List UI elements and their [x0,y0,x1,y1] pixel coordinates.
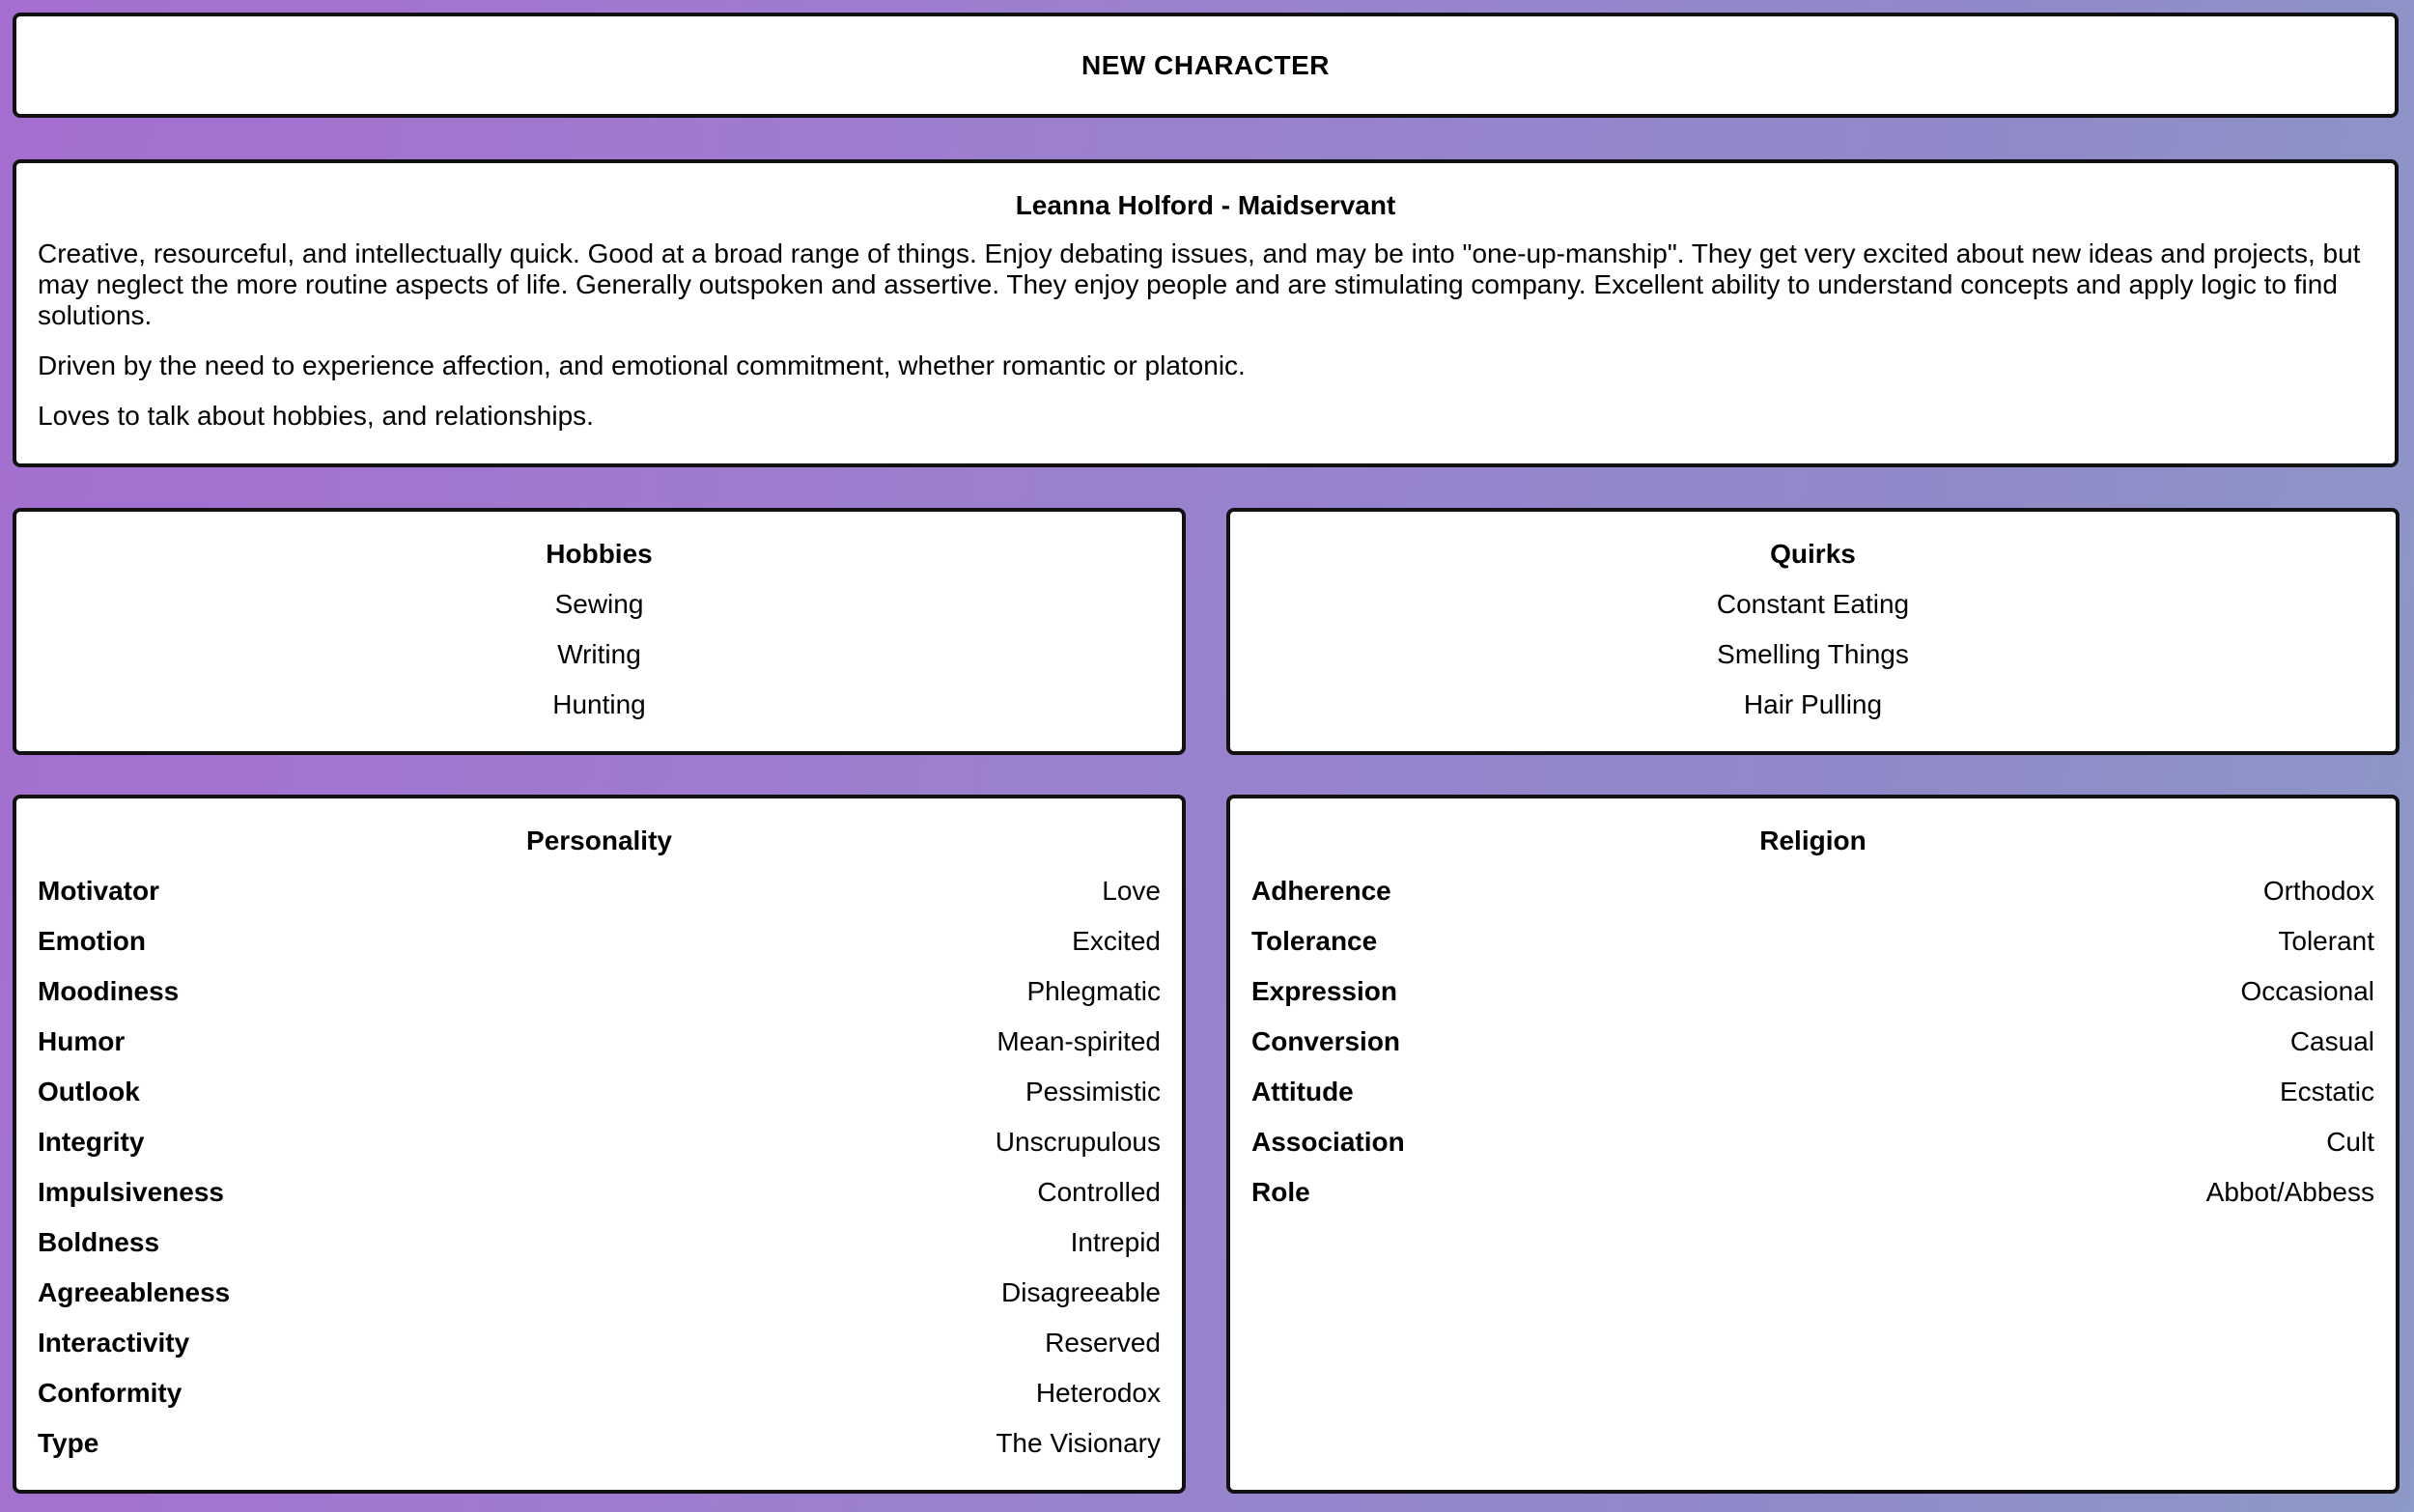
new-character-button[interactable]: NEW CHARACTER [13,13,2399,118]
bio-card: Leanna Holford - Maidservant Creative, r… [13,159,2399,467]
table-row: Agreeableness Disagreeable [38,1277,1161,1308]
attr-name: Interactivity [38,1328,190,1358]
table-row: Interactivity Reserved [38,1328,1161,1358]
attr-value: Cult [2326,1127,2374,1157]
bio-paragraph: Creative, resourceful, and intellectuall… [38,238,2361,330]
table-row: Adherence Orthodox [1251,876,2374,907]
personality-heading: Personality [526,826,672,855]
attr-value: Occasional [2240,976,2374,1006]
table-row: Moodiness Phlegmatic [38,976,1161,1007]
attr-value: Mean-spirited [996,1026,1161,1056]
attr-name: Humor [38,1026,126,1056]
attr-name: Outlook [38,1077,140,1106]
table-row: Conversion Casual [1251,1026,2374,1057]
attr-name: Boldness [38,1227,160,1257]
list-item: Smelling Things [1717,639,1909,669]
attr-name: Motivator [38,876,159,906]
religion-table: Adherence Orthodox Tolerance Tolerant Expr… [1251,876,2374,1208]
attr-value: Pessimistic [1025,1077,1161,1106]
list-item: Writing [557,639,641,669]
attr-value: Reserved [1045,1328,1161,1358]
attr-value: Unscrupulous [995,1127,1161,1157]
attr-value: Casual [2289,1026,2374,1056]
list-item: Constant Eating [1716,589,1910,619]
attr-value: Controlled [1037,1177,1161,1207]
attr-value: Heterodox [1035,1378,1161,1408]
attr-value: Phlegmatic [1026,976,1161,1006]
table-row: Type The Visionary [38,1428,1161,1459]
religion-card: Religion Adherence Orthodox Tolerance Tole… [1226,795,2400,1494]
attr-name: Attitude [1251,1077,1354,1106]
attr-value: Disagreeable [1001,1277,1161,1307]
quirks-heading: Quirks [1770,539,1856,569]
attr-name: Agreeableness [38,1277,231,1307]
attr-name: Role [1251,1177,1310,1207]
hobbies-heading: Hobbies [546,539,653,569]
table-row: Emotion Excited [38,926,1161,957]
attr-name: Conversion [1251,1026,1401,1056]
attr-value: Abbot/Abbess [2205,1177,2374,1207]
attr-name: Emotion [38,926,146,956]
table-row: Humor Mean-spirited [38,1026,1161,1057]
attr-name: Expression [1251,976,1397,1006]
attr-name: Association [1251,1127,1405,1157]
table-row: Role Abbot/Abbess [1251,1177,2374,1208]
character-name-heading: Leanna Holford - Maidservant [1015,190,1396,220]
personality-card: Personality Motivator Love Emotion Excited… [13,795,1186,1494]
table-row: Outlook Pessimistic [38,1077,1161,1107]
attr-name: Adherence [1251,876,1391,906]
list-item: Sewing [554,589,644,619]
bio-paragraph: Driven by the need to experience affecti… [38,350,1246,380]
bio-paragraph: Loves to talk about hobbies, and relatio… [38,401,594,431]
religion-heading: Religion [1759,826,1867,855]
table-row: Boldness Intrepid [38,1227,1161,1258]
table-row: Attitude Ecstatic [1251,1077,2374,1107]
hobbies-card: Hobbies Sewing Writing Hunting [13,508,1186,755]
table-row: Integrity Unscrupulous [38,1127,1161,1158]
attr-value: Tolerant [2278,926,2374,956]
attr-value: Love [1102,876,1161,906]
attr-name: Moodiness [38,976,180,1006]
attr-value: Excited [1072,926,1161,956]
attr-name: Integrity [38,1127,145,1157]
list-item: Hair Pulling [1743,689,1883,719]
table-row: Impulsiveness Controlled [38,1177,1161,1208]
personality-table: Motivator Love Emotion Excited Moodiness Ph… [38,876,1161,1459]
attr-value: Intrepid [1070,1227,1161,1257]
table-row: Expression Occasional [1251,976,2374,1007]
attr-name: Impulsiveness [38,1177,224,1207]
bio-text: Creative, resourceful, and intellectuall… [38,238,2373,432]
table-row: Motivator Love [38,876,1161,907]
quirks-card: Quirks Constant Eating Smelling Things H… [1226,508,2400,755]
table-row: Tolerance Tolerant [1251,926,2374,957]
table-row: Conformity Heterodox [38,1378,1161,1409]
attr-name: Conformity [38,1378,182,1408]
page-title: NEW CHARACTER [1081,49,1330,80]
attr-value: Ecstatic [2279,1077,2374,1106]
quirks-list: Constant Eating Smelling Things Hair Pul… [1230,589,2396,720]
table-row: Association Cult [1251,1127,2374,1158]
attr-name: Tolerance [1251,926,1378,956]
attr-name: Type [38,1428,99,1458]
list-item: Hunting [552,689,646,719]
hobbies-list: Sewing Writing Hunting [16,589,1182,720]
attr-value: Orthodox [2262,876,2374,906]
attr-value: The Visionary [996,1428,1161,1458]
